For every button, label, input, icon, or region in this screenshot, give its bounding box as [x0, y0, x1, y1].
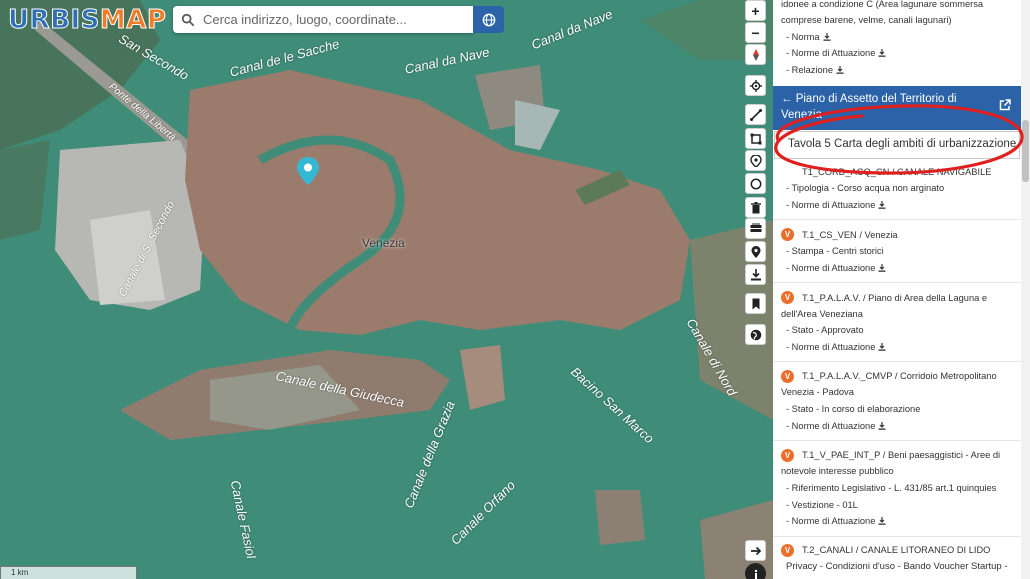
zoom-out-button[interactable]: −	[745, 22, 766, 43]
crosshair-icon	[749, 79, 762, 92]
trash-icon	[750, 201, 761, 213]
urbismap-logo[interactable]: URBIS MAP	[8, 4, 167, 36]
entry-title: T.1_V_PAE_INT_P / Beni paesaggistici - A…	[802, 450, 1001, 460]
norme-attuazione-link[interactable]: - Norme di Attuazione	[786, 418, 886, 434]
layer-select[interactable]: Tavola 5 Carta degli ambiti di urbanizza…	[774, 131, 1020, 159]
download-icon	[750, 268, 761, 280]
bookmark-button[interactable]	[745, 293, 766, 314]
scrollbar-thumb[interactable]	[1022, 120, 1029, 182]
download-icon	[878, 201, 886, 209]
entry-title: T.1_P.A.L.A.V._CMVP / Corridoio Metropol…	[802, 371, 997, 381]
entry-title: dell'Area Veneziana	[781, 309, 863, 319]
list-item: V T.2_CANALI / CANALE LITORANEO DI LIDO	[773, 538, 1021, 560]
link-label: - Norme di Attuazione	[786, 48, 876, 58]
pin-icon	[751, 245, 760, 258]
pat-title: ← Piano di Assetto del Territorio di Ven…	[781, 93, 957, 121]
place-pin-button[interactable]	[745, 241, 766, 262]
download-button[interactable]	[745, 264, 766, 285]
pat-header[interactable]: ← Piano di Assetto del Territorio di Ven…	[773, 86, 1021, 130]
compass-button[interactable]	[745, 44, 766, 65]
entry-title: notevole interesse pubblico	[781, 466, 894, 476]
norma-link[interactable]: - Norma	[786, 29, 831, 45]
norme-attuazione-link[interactable]: - Norme di Attuazione	[786, 513, 886, 529]
norme-attuazione-link[interactable]: - Norme di Attuazione	[786, 197, 886, 213]
list-item: V T.1_V_PAE_INT_P / Beni paesaggistici -…	[773, 442, 1021, 537]
logo-text-urbis: URBIS	[8, 5, 100, 36]
city-label: Venezia	[362, 236, 405, 250]
logo-text-map: MAP	[99, 5, 167, 36]
list-item: T1_CORD_ACQ_CN / CANALE NAVIGABILE - Tip…	[773, 164, 1021, 220]
arrow-right-icon	[750, 546, 761, 555]
locate-button[interactable]	[745, 75, 766, 96]
layers-icon	[750, 223, 761, 232]
download-icon	[878, 517, 886, 525]
info-panel: idonee a condizione C (Area lagunare som…	[773, 0, 1030, 579]
entry-detail: - Vestizione - 01L	[786, 500, 858, 510]
download-icon	[878, 422, 886, 430]
download-icon	[878, 49, 886, 57]
info-button[interactable]	[745, 563, 766, 579]
globe-icon	[482, 13, 495, 26]
list-item: V T.1_CS_VEN / Venezia - Stampa - Centri…	[773, 221, 1021, 283]
entry-title: T.1_P.A.L.A.V. / Piano di Area della Lag…	[802, 293, 988, 303]
entry-detail: - Stato - Approvato	[786, 325, 864, 335]
line-icon	[749, 108, 762, 121]
polygon-icon	[750, 133, 761, 144]
norme-attuazione-link[interactable]: - Norme di Attuazione	[786, 339, 886, 355]
entry-title: T1_CORD_ACQ_CN / CANALE NAVIGABILE	[802, 167, 992, 177]
zoom-in-button[interactable]: +	[745, 0, 766, 21]
draw-polygon-button[interactable]	[745, 128, 766, 149]
download-icon	[836, 66, 844, 74]
entry-detail: - Stampa - Centri storici	[786, 246, 884, 256]
draw-marker-button[interactable]	[745, 150, 766, 171]
draw-circle-button[interactable]	[745, 173, 766, 194]
link-label: - Norma	[786, 32, 820, 42]
footer-links[interactable]: Privacy - Condizioni d'uso - Bando Vouch…	[773, 560, 1021, 579]
delete-button[interactable]	[745, 197, 766, 218]
entry-detail: - Riferimento Legislativo - L. 431/85 ar…	[786, 483, 997, 493]
compass-icon	[752, 48, 759, 61]
download-icon	[878, 264, 886, 272]
entry-title: Venezia - Padova	[781, 387, 854, 397]
external-link-icon[interactable]	[999, 99, 1011, 111]
norme-attuazione-link[interactable]: - Norme di Attuazione	[786, 45, 886, 61]
world-icon	[750, 329, 761, 340]
entry-detail: - Stato - In corso di elaborazione	[786, 404, 921, 414]
list-item: V T.1_P.A.L.A.V._CMVP / Corridoio Metrop…	[773, 363, 1021, 441]
search-bar	[173, 6, 473, 33]
map-view[interactable]: San Secondo Canal de le Sacche Canal da …	[0, 0, 773, 579]
collapse-panel-button[interactable]	[745, 540, 766, 561]
search-input[interactable]	[203, 12, 463, 27]
relazione-link[interactable]: - Relazione	[786, 62, 844, 78]
norme-attuazione-link[interactable]: - Norme di Attuazione	[786, 260, 886, 276]
scale-bar: 1 km	[0, 566, 137, 579]
info-icon	[754, 569, 757, 579]
draw-line-button[interactable]	[745, 104, 766, 125]
circle-icon	[750, 178, 761, 189]
location-pin-icon[interactable]	[297, 157, 319, 185]
panel-text: idonee a condizione C (Area lagunare som…	[781, 0, 984, 9]
link-label: - Relazione	[786, 65, 834, 75]
panel-text: comprese barene, velme, canali lagunari)	[781, 15, 952, 25]
search-icon	[181, 13, 195, 26]
entry-detail: - Tipologia - Corso acqua non arginato	[786, 183, 945, 193]
entry-title: T.1_CS_VEN / Venezia	[802, 230, 898, 240]
download-icon	[823, 33, 831, 41]
marker-icon	[749, 154, 762, 167]
entry-title: T.2_CANALI / CANALE LITORANEO DI LIDO	[802, 545, 991, 555]
download-icon	[878, 343, 886, 351]
basemap-button[interactable]	[745, 324, 766, 345]
panel-scrollbar[interactable]	[1021, 0, 1030, 579]
layers-button[interactable]	[745, 218, 766, 239]
bookmark-icon	[752, 298, 759, 309]
list-item: V T.1_P.A.L.A.V. / Piano di Area della L…	[773, 284, 1021, 362]
globe-button[interactable]	[473, 6, 504, 33]
